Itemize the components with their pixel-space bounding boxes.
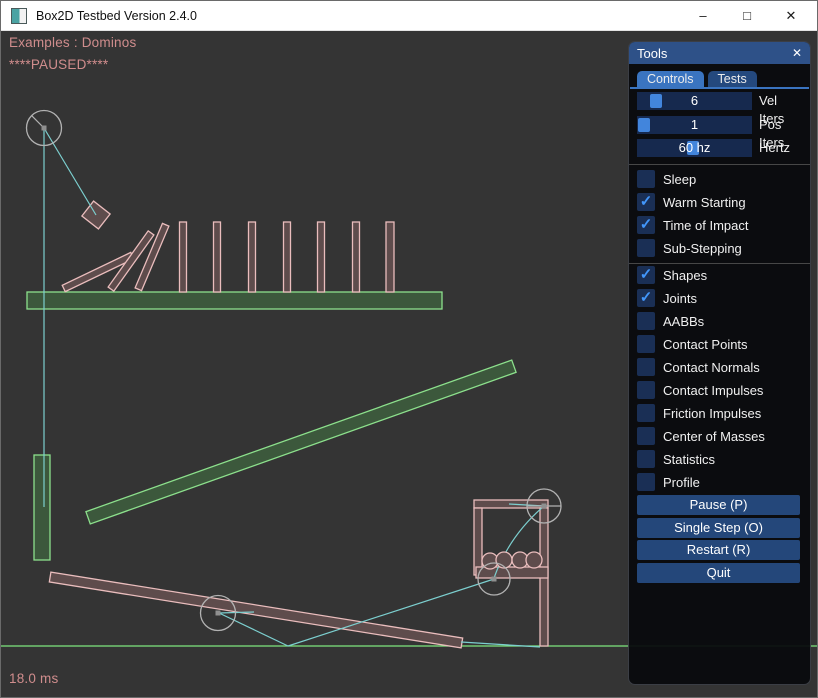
slider-row-pos-iters: 1Pos Iters xyxy=(637,116,804,134)
slider-label-hertz: Hertz xyxy=(759,139,790,157)
checkbox-label-time-of-impact: Time of Impact xyxy=(663,218,748,233)
checkbox-joints[interactable]: ✓ xyxy=(637,289,655,307)
slider-value-vel-iters: 6 xyxy=(637,92,752,110)
checkbox-row-sleep: Sleep xyxy=(637,170,696,188)
separator xyxy=(629,164,810,165)
button-single-step-o[interactable]: Single Step (O) xyxy=(637,518,800,538)
domino-standing xyxy=(284,222,291,292)
checkbox-aabbs[interactable] xyxy=(637,312,655,330)
tools-panel: Tools ✕ ControlsTests 6Vel Iters 1Pos Ite… xyxy=(628,41,811,685)
slider-row-hertz: 60 hz Hertz xyxy=(637,139,804,157)
tab-controls[interactable]: Controls xyxy=(637,71,704,87)
checkbox-row-time-of-impact: ✓ Time of Impact xyxy=(637,216,748,234)
slider-value-pos-iters: 1 xyxy=(637,116,752,134)
app-window: Box2D Testbed Version 2.4.0 – □ ✕ Exampl… xyxy=(0,0,818,698)
tab-tests[interactable]: Tests xyxy=(708,71,757,87)
checkbox-statistics[interactable] xyxy=(637,450,655,468)
checkbox-row-shapes: ✓ Shapes xyxy=(637,266,707,284)
cradle-ball xyxy=(526,552,542,568)
checkmark-icon: ✓ xyxy=(640,289,653,307)
checkbox-contact-impulses[interactable] xyxy=(637,381,655,399)
minimize-icon[interactable]: – xyxy=(681,1,725,30)
separator xyxy=(629,263,810,264)
checkbox-label-center-of-masses: Center of Masses xyxy=(663,429,765,444)
checkbox-sub-stepping[interactable] xyxy=(637,239,655,257)
slider-row-vel-iters: 6Vel Iters xyxy=(637,92,804,110)
checkbox-row-aabbs: AABBs xyxy=(637,312,704,330)
checkbox-profile[interactable] xyxy=(637,473,655,491)
paused-label: ****PAUSED**** xyxy=(9,57,108,72)
frame-left-post xyxy=(474,508,482,575)
maximize-icon[interactable]: □ xyxy=(725,1,769,30)
domino-standing xyxy=(353,222,360,292)
window-titlebar[interactable]: Box2D Testbed Version 2.4.0 – □ ✕ xyxy=(1,1,817,31)
checkbox-row-center-of-masses: Center of Masses xyxy=(637,427,765,445)
slider-value-hertz: 60 hz xyxy=(637,139,752,157)
example-label: Examples : Dominos xyxy=(9,35,136,50)
checkbox-friction-impulses[interactable] xyxy=(637,404,655,422)
checkbox-row-joints: ✓ Joints xyxy=(637,289,697,307)
joint-anchor xyxy=(542,504,547,509)
checkbox-label-aabbs: AABBs xyxy=(663,314,704,329)
checkbox-row-contact-normals: Contact Normals xyxy=(637,358,760,376)
checkbox-label-contact-points: Contact Points xyxy=(663,337,748,352)
checkbox-row-warm-starting: ✓ Warm Starting xyxy=(637,193,746,211)
checkmark-icon: ✓ xyxy=(640,193,653,211)
checkbox-label-shapes: Shapes xyxy=(663,268,707,283)
checkbox-row-contact-impulses: Contact Impulses xyxy=(637,381,763,399)
tab-bar: ControlsTests xyxy=(637,71,757,87)
close-icon[interactable]: ✕ xyxy=(769,1,813,30)
checkbox-time-of-impact[interactable]: ✓ xyxy=(637,216,655,234)
domino-standing xyxy=(386,222,394,292)
checkbox-label-sub-stepping: Sub-Stepping xyxy=(663,241,742,256)
checkbox-row-statistics: Statistics xyxy=(637,450,715,468)
joint-anchor xyxy=(492,577,497,582)
domino-standing xyxy=(318,222,325,292)
tools-panel-title: Tools xyxy=(637,46,667,61)
checkbox-label-warm-starting: Warm Starting xyxy=(663,195,746,210)
button-pause-p[interactable]: Pause (P) xyxy=(637,495,800,515)
button-quit[interactable]: Quit xyxy=(637,563,800,583)
tab-underline xyxy=(630,87,809,89)
joint-anchor xyxy=(42,126,47,131)
button-restart-r[interactable]: Restart (R) xyxy=(637,540,800,560)
frame-time-label: 18.0 ms xyxy=(9,671,58,686)
checkbox-label-contact-impulses: Contact Impulses xyxy=(663,383,763,398)
checkbox-label-sleep: Sleep xyxy=(663,172,696,187)
checkbox-label-profile: Profile xyxy=(663,475,700,490)
checkbox-label-statistics: Statistics xyxy=(663,452,715,467)
static-platform xyxy=(27,292,442,309)
checkmark-icon: ✓ xyxy=(640,216,653,234)
seesaw-plank xyxy=(49,572,462,648)
checkbox-warm-starting[interactable]: ✓ xyxy=(637,193,655,211)
tools-panel-titlebar[interactable]: Tools ✕ xyxy=(629,42,810,64)
checkbox-sleep[interactable] xyxy=(637,170,655,188)
domino-standing xyxy=(249,222,256,292)
joint-line xyxy=(44,128,96,215)
checkbox-center-of-masses[interactable] xyxy=(637,427,655,445)
static-ramp xyxy=(86,360,516,524)
static-elevator-box xyxy=(34,455,50,560)
domino-standing xyxy=(180,222,187,292)
checkbox-row-profile: Profile xyxy=(637,473,700,491)
window-title: Box2D Testbed Version 2.4.0 xyxy=(36,9,197,23)
checkbox-label-joints: Joints xyxy=(663,291,697,306)
checkbox-label-contact-normals: Contact Normals xyxy=(663,360,760,375)
checkbox-row-sub-stepping: Sub-Stepping xyxy=(637,239,742,257)
cradle-ball xyxy=(496,552,512,568)
window-controls: – □ ✕ xyxy=(681,1,813,30)
app-icon xyxy=(11,8,27,24)
checkbox-shapes[interactable]: ✓ xyxy=(637,266,655,284)
joint-anchor xyxy=(216,611,221,616)
checkmark-icon: ✓ xyxy=(640,266,653,284)
checkbox-contact-normals[interactable] xyxy=(637,358,655,376)
checkbox-label-friction-impulses: Friction Impulses xyxy=(663,406,761,421)
checkbox-row-friction-impulses: Friction Impulses xyxy=(637,404,761,422)
checkbox-row-contact-points: Contact Points xyxy=(637,335,748,353)
checkbox-contact-points[interactable] xyxy=(637,335,655,353)
panel-close-icon[interactable]: ✕ xyxy=(792,46,802,60)
domino-standing xyxy=(214,222,221,292)
